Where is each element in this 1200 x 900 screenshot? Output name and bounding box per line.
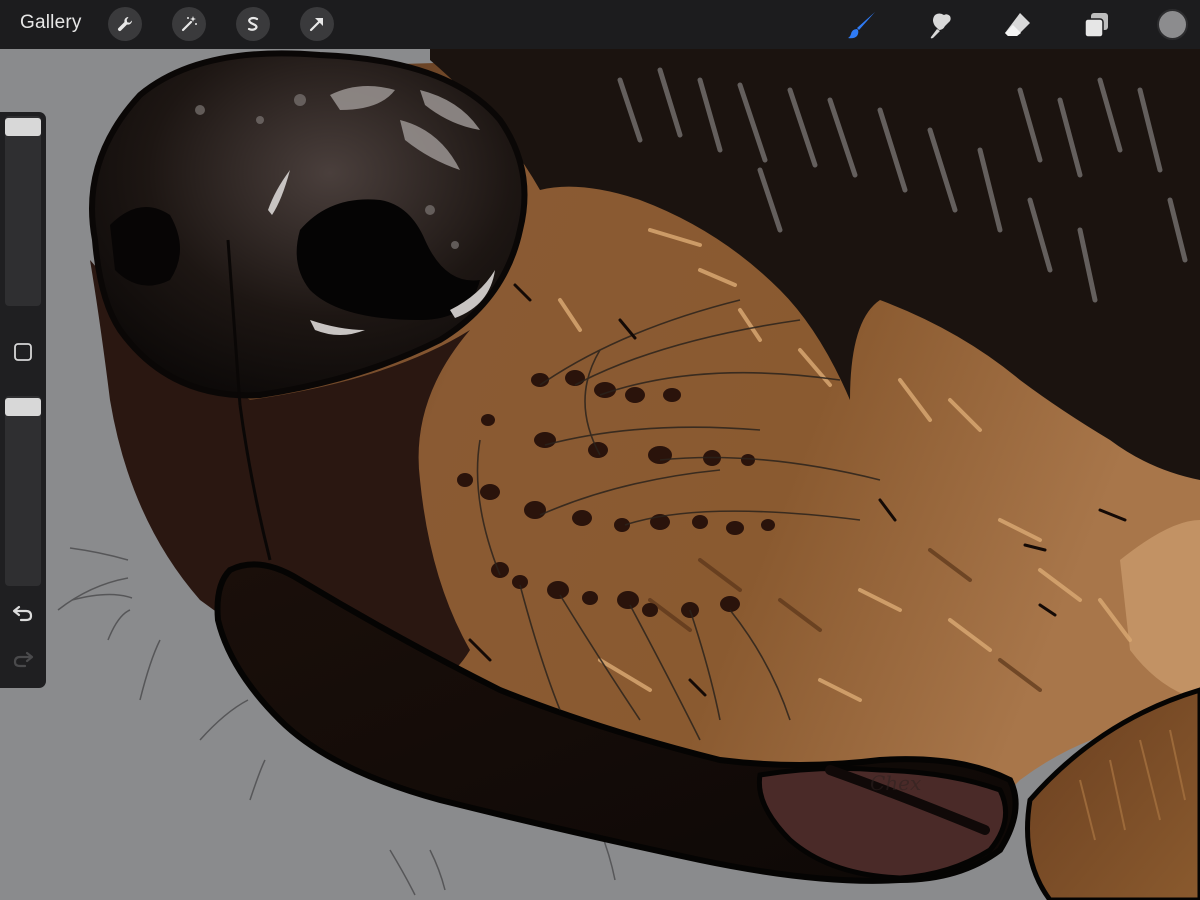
modify-square-icon[interactable] (12, 341, 34, 363)
eraser-icon[interactable] (1000, 7, 1036, 43)
opacity-slider[interactable] (5, 396, 41, 586)
opacity-thumb[interactable] (5, 398, 41, 416)
brush-size-slider[interactable] (5, 116, 41, 306)
arrow-transform-icon[interactable] (300, 7, 334, 41)
brush-size-thumb[interactable] (5, 118, 41, 136)
artwork: Chex (57, 40, 1200, 900)
top-toolbar: Gallery (0, 0, 1200, 49)
drawing-canvas[interactable]: Chex (0, 0, 1200, 900)
undo-icon[interactable] (8, 600, 38, 626)
gallery-button[interactable]: Gallery (20, 12, 82, 34)
smudge-icon[interactable] (922, 7, 958, 43)
redo-icon[interactable] (8, 646, 38, 672)
color-picker-swatch[interactable] (1157, 9, 1188, 40)
left-sidebar (0, 112, 46, 688)
magic-wand-icon[interactable] (172, 7, 206, 41)
selection-s-icon[interactable] (236, 7, 270, 41)
wrench-icon[interactable] (108, 7, 142, 41)
layers-icon[interactable] (1078, 7, 1114, 43)
brush-icon[interactable] (844, 7, 880, 43)
svg-text:Chex: Chex (870, 771, 921, 795)
